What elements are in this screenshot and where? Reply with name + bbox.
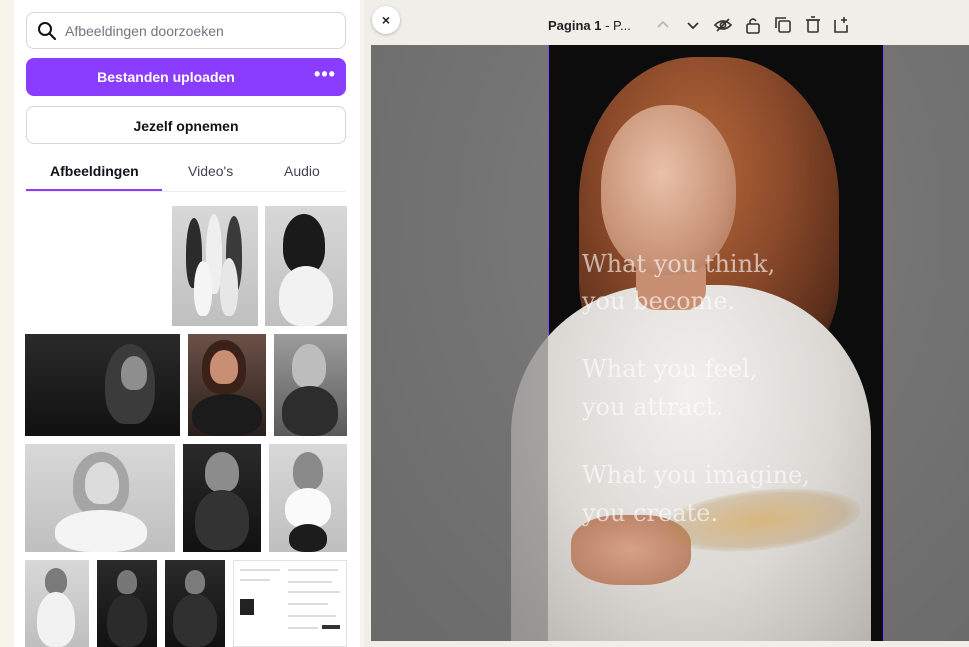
image-thumbnail[interactable] (97, 560, 157, 647)
image-thumbnail[interactable] (25, 444, 175, 552)
image-thumbnail[interactable] (172, 206, 258, 326)
tab-images[interactable]: Afbeeldingen (50, 163, 139, 179)
page-number: Pagina 1 (548, 18, 602, 33)
duplicate-icon[interactable] (772, 14, 794, 36)
page-title[interactable]: Pagina 1 - P... (548, 18, 631, 33)
image-thumbnail[interactable] (188, 334, 266, 436)
search-input[interactable]: Afbeeldingen doorzoeken (26, 12, 346, 49)
image-thumbnail[interactable] (274, 334, 347, 436)
image-thumbnail[interactable] (25, 334, 180, 436)
hide-icon[interactable] (712, 14, 734, 36)
record-yourself-label: Jezelf opnemen (133, 118, 239, 134)
record-yourself-button[interactable]: Jezelf opnemen (26, 106, 346, 144)
search-placeholder: Afbeeldingen doorzoeken (65, 23, 224, 39)
tab-videos[interactable]: Video's (188, 163, 233, 179)
offpage-overlay-left (371, 45, 548, 641)
upload-files-label: Bestanden uploaden (97, 69, 235, 85)
design-editor: × Pagina 1 - P... What you think, you be… (364, 0, 969, 647)
media-tabs: Afbeeldingen Video's Audio (26, 160, 346, 192)
tab-audio[interactable]: Audio (284, 163, 320, 179)
offpage-overlay-right (884, 45, 969, 641)
canvas-area[interactable]: What you think, you become. What you fee… (371, 45, 969, 641)
active-tab-indicator (26, 189, 162, 191)
quote-line[interactable]: What you think, (582, 248, 775, 281)
image-thumbnail[interactable] (165, 560, 225, 647)
quote-line[interactable]: What you feel, (582, 353, 757, 386)
trash-icon[interactable] (802, 14, 824, 36)
uploads-panel: Afbeeldingen doorzoeken Bestanden upload… (14, 0, 360, 647)
quote-line[interactable]: you attract. (582, 391, 723, 424)
quote-line[interactable]: you become. (582, 285, 735, 318)
image-thumbnail[interactable] (269, 444, 347, 552)
chevron-down-icon[interactable] (682, 14, 704, 36)
add-page-icon[interactable] (830, 14, 852, 36)
more-options-icon[interactable]: ••• (312, 63, 338, 89)
image-thumbnail[interactable] (183, 444, 261, 552)
chevron-up-icon[interactable] (652, 14, 674, 36)
close-panel-button[interactable]: × (372, 6, 400, 34)
screenshot-thumbnail[interactable] (233, 560, 347, 647)
search-icon (38, 22, 57, 41)
page-name: - P... (601, 18, 631, 33)
lock-icon[interactable] (742, 14, 764, 36)
image-thumbnail[interactable] (265, 206, 347, 326)
quote-line[interactable]: What you imagine, (582, 459, 810, 492)
upload-files-button[interactable]: Bestanden uploaden ••• (26, 58, 346, 96)
image-thumbnail[interactable] (25, 560, 89, 647)
quote-line[interactable]: you create. (582, 497, 718, 530)
